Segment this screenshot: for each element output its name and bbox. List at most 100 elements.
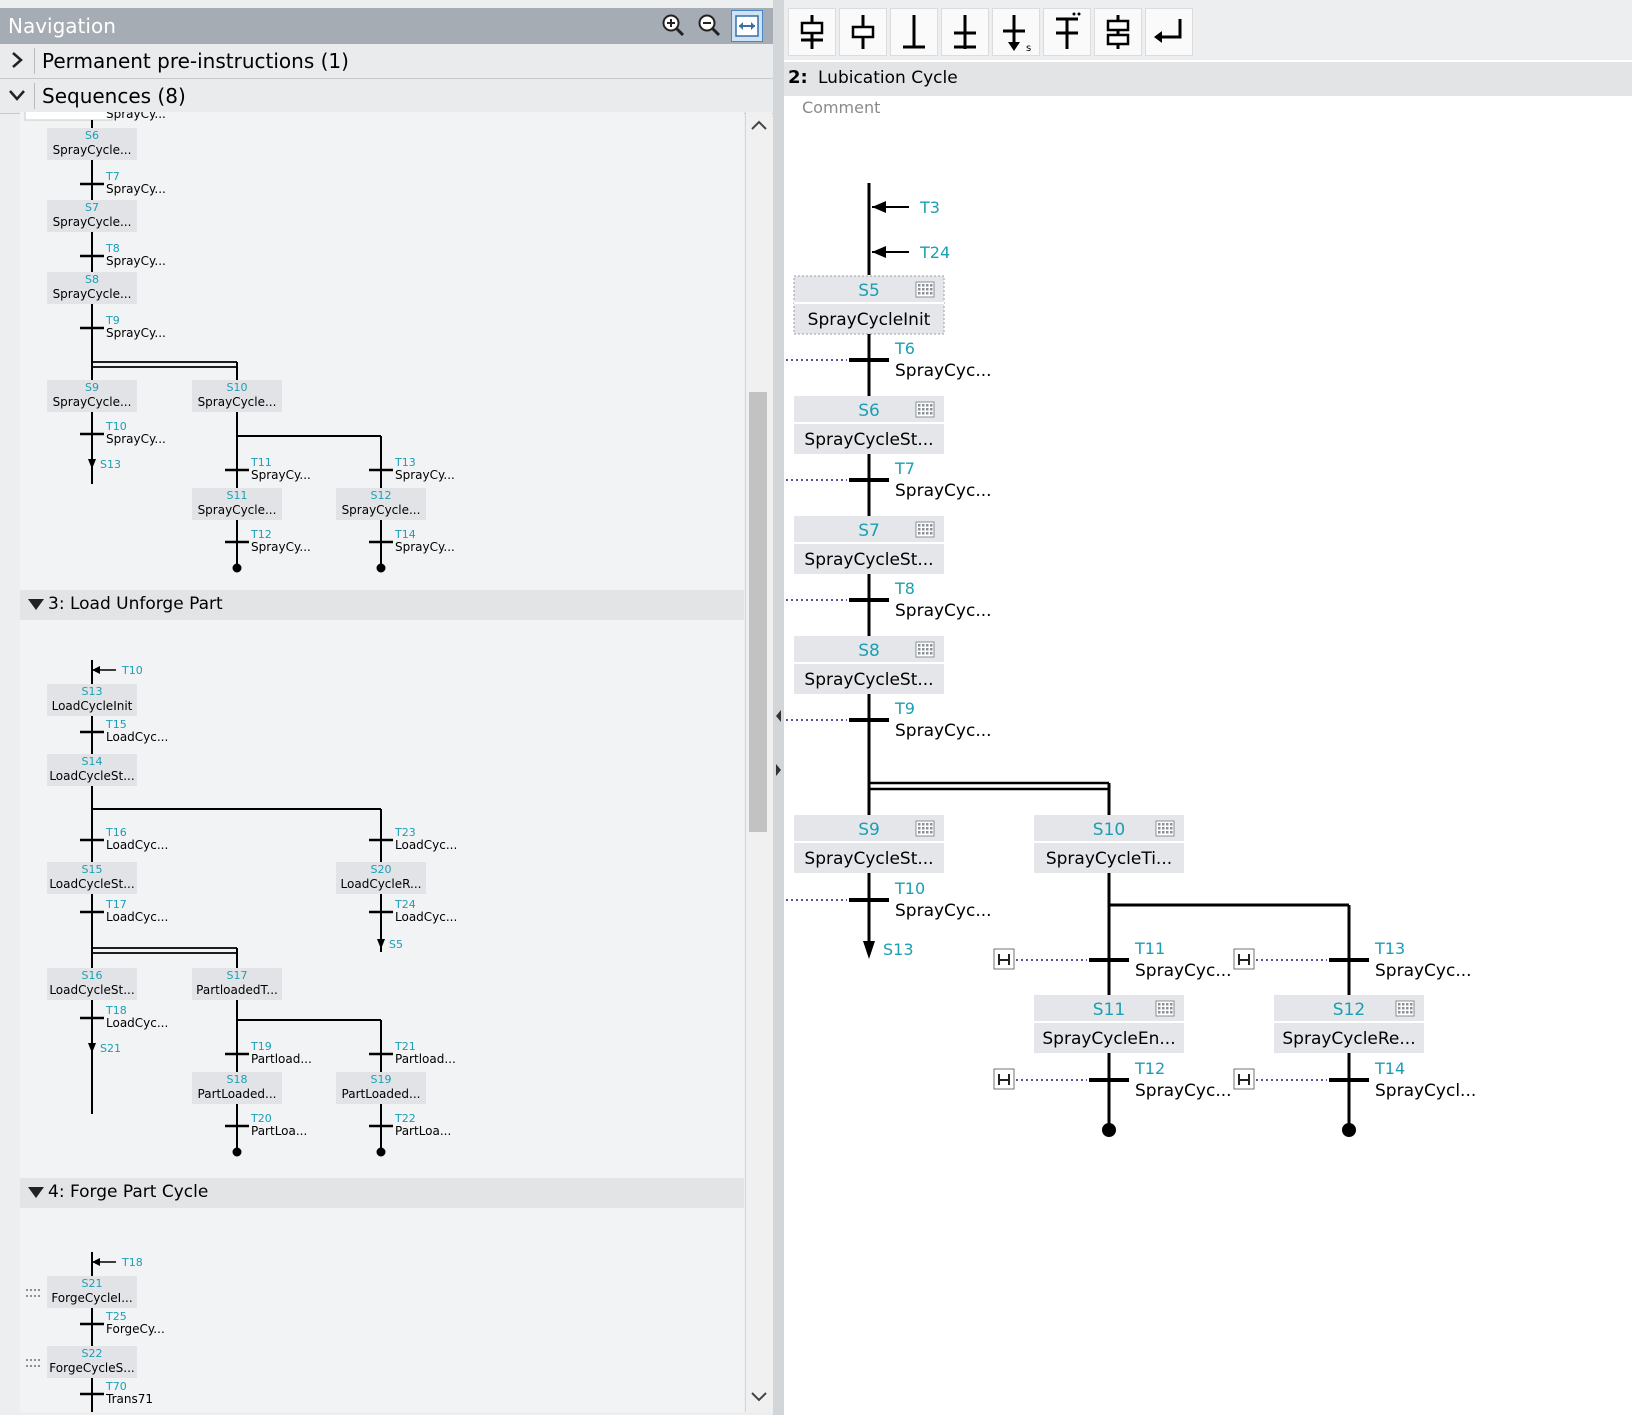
step-s12[interactable]: S12 SprayCycleRe... [1274,995,1424,1053]
mini-step-s18[interactable]: S18PartLoaded... [192,1072,282,1104]
mini-step-s17[interactable]: S17PartloadedT... [192,968,282,1000]
section-permanent-pre-instructions[interactable]: Permanent pre-instructions (1) [0,44,773,79]
step-s8[interactable]: S8 SprayCycleSt... [794,636,944,694]
transition-name: SprayCyc... [895,721,992,741]
transition-id: T7 [894,459,915,478]
chevron-right-icon [12,52,23,68]
transition-id: T10 [894,879,925,898]
mini-transition-name: Trans71 [105,1392,153,1406]
step-name: SprayCycleSt... [804,849,933,869]
step-name: SprayCycleSt... [804,670,933,690]
collapse-left-icon[interactable] [773,706,784,726]
overview-scrollbar[interactable] [745,112,772,1412]
transition-t14[interactable]: T14 SprayCycl... [1233,1059,1476,1101]
mini-step-s19[interactable]: S19PartLoaded... [336,1072,426,1104]
mini-transition-name: LoadCyc... [395,910,457,924]
mini-step-s22[interactable]: S22ForgeCycleS... [47,1346,137,1378]
scroll-up-icon[interactable] [746,114,772,138]
mini-step-s15[interactable]: S15LoadCycleSt... [47,862,137,894]
step-s5[interactable]: S5 SprayCycleInit [793,275,945,335]
sequence-end-dot [1342,1123,1356,1137]
sequence-overview[interactable]: 3: Load Unforge Part 4: Forge Part Cycle… [20,112,744,1412]
mini-step-s9[interactable]: S9SprayCycle... [47,380,137,412]
zoom-out-button[interactable] [694,11,724,41]
step-name: SprayCycleInit [808,310,931,330]
condition-icon[interactable] [993,948,1015,970]
mini-step-id: S18 [227,1073,248,1086]
mini-transition-t16: T16LoadCyc... [80,826,168,852]
mini-step-id: S13 [82,685,103,698]
mini-step-name: SprayCycle... [198,395,277,409]
transition-t12[interactable]: T12 SprayCyc... [993,1059,1232,1101]
mini-step-s8[interactable]: S8SprayCycle... [47,272,137,304]
transition-t11[interactable]: T11 SprayCyc... [993,939,1232,981]
mini-transition-t24: T24LoadCyc... [369,898,457,924]
transition-t10[interactable]: T10 SprayCyc... [784,879,992,921]
transition-t13[interactable]: T13 SprayCyc... [1233,939,1472,981]
mini-step-s10[interactable]: S10SprayCycle... [192,380,282,412]
transition-id: T11 [1134,939,1165,958]
mini-transition-t17: T17LoadCyc... [80,898,168,924]
step-s9[interactable]: S9 SprayCycleSt... [794,815,944,873]
mini-jump-arrow [377,939,385,949]
transition-t9[interactable]: T9 SprayCyc... [784,699,992,741]
mini-step-s13[interactable]: S13LoadCycleInit [47,684,137,716]
mini-step-s20[interactable]: S20LoadCycleR... [336,862,426,894]
sequence-end-dot [1102,1123,1116,1137]
mini-step-s12[interactable]: S12SprayCycle... [336,488,426,520]
zoom-in-button[interactable] [658,11,688,41]
transition-t8[interactable]: T8 SprayCyc... [784,579,992,621]
mini-transition-name: SprayCy... [395,468,455,482]
fit-width-button[interactable] [731,10,763,42]
section-label: Permanent pre-instructions (1) [42,49,349,73]
step-id: S11 [1093,1000,1125,1020]
mini-step-name: SprayCycle... [53,143,132,157]
mini-transition-t23: T23LoadCyc... [369,826,457,852]
mini-step-name: LoadCycleSt... [49,983,134,997]
entry-arrow-t3: T3 [872,198,940,217]
transition-id: T14 [1374,1059,1405,1078]
transition-t6[interactable]: T6 SprayCyc... [784,339,992,381]
transition-name: SprayCyc... [1135,961,1232,981]
mini-step-s14[interactable]: S14LoadCycleSt... [47,754,137,786]
mini-transition-t19: T19Partload... [225,1040,312,1066]
step-s6[interactable]: S6 SprayCycleSt... [794,396,944,454]
mini-step-s6[interactable]: S6SprayCycle... [47,128,137,160]
mini-transition-name: SprayCy... [395,540,455,554]
step-name: SprayCycleEn... [1042,1029,1175,1049]
step-s10[interactable]: S10 SprayCycleTi... [1034,815,1184,873]
step-s11[interactable]: S11 SprayCycleEn... [1034,995,1184,1053]
transition-name: SprayCyc... [895,601,992,621]
scroll-thumb[interactable] [749,392,767,832]
transition-t7[interactable]: T7 SprayCyc... [784,459,992,501]
mini-jump-label: S5 [389,938,403,951]
step-name: SprayCycleSt... [804,550,933,570]
condition-icon[interactable] [1233,1068,1255,1090]
scroll-down-icon[interactable] [746,1384,772,1408]
mini-transition-t18: T18LoadCyc... [80,1004,168,1030]
section-sequences[interactable]: Sequences (8) [0,79,773,114]
mini-step-name: SprayCycle... [53,287,132,301]
mini-step-name: ForgeCycleS... [49,1361,134,1375]
condition-icon[interactable] [993,1068,1015,1090]
panel-splitter[interactable] [773,0,784,1415]
mini-step-id: S20 [371,863,392,876]
step-s7[interactable]: S7 SprayCycleSt... [794,516,944,574]
mini-step-s21[interactable]: S21ForgeCycleI... [47,1276,137,1308]
condition-icon[interactable] [1233,948,1255,970]
mini-step-name: PartloadedT... [196,983,278,997]
collapse-right-icon[interactable] [773,760,784,780]
step-id: S10 [1093,820,1125,840]
fit-width-icon [735,15,759,37]
mini-step-s7[interactable]: S7SprayCycle... [47,200,137,232]
mini-transition-name: LoadCyc... [106,910,168,924]
zoom-in-icon [662,14,685,37]
mini-step-s11[interactable]: S11SprayCycle... [192,488,282,520]
step-properties-icon [915,281,935,298]
mini-step-s16[interactable]: S16LoadCycleSt... [47,968,137,1000]
step-id: S7 [858,521,880,541]
mini-step-name: PartLoaded... [198,1087,277,1101]
mini-transition-name: SprayCy... [251,540,311,554]
mini-jump-arrow [88,459,96,469]
zoom-out-icon [698,14,721,37]
